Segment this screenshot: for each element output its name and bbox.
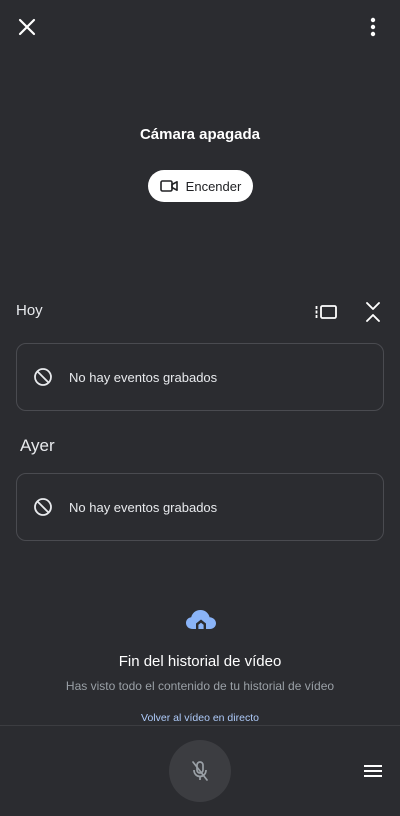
videocam-icon bbox=[159, 180, 178, 192]
more-vert-icon bbox=[370, 17, 376, 37]
more-options-button[interactable] bbox=[353, 7, 393, 47]
close-button[interactable] bbox=[7, 7, 47, 47]
end-of-history-subtitle: Has visto todo el contenido de tu histor… bbox=[65, 679, 335, 693]
turn-on-camera-label: Encender bbox=[185, 178, 242, 194]
view-carousel-icon bbox=[315, 305, 337, 319]
event-card-today: No hay eventos grabados bbox=[16, 343, 384, 411]
collapse-button[interactable] bbox=[358, 296, 388, 328]
menu-button[interactable] bbox=[357, 756, 389, 786]
cloud-home-icon bbox=[186, 610, 216, 629]
mic-off-icon bbox=[192, 761, 208, 781]
event-card-yesterday: No hay eventos grabados bbox=[16, 473, 384, 541]
back-to-live-link[interactable]: Volver al vídeo en directo bbox=[0, 712, 400, 724]
empty-events-text: No hay eventos grabados bbox=[69, 369, 218, 385]
end-of-history-title: Fin del historial de vídeo bbox=[118, 653, 282, 670]
section-heading-today: Hoy bbox=[16, 302, 43, 319]
menu-icon bbox=[364, 765, 382, 777]
empty-events-text: No hay eventos grabados bbox=[69, 499, 218, 515]
block-icon bbox=[33, 367, 53, 387]
mic-toggle-button[interactable] bbox=[169, 740, 231, 802]
block-icon bbox=[33, 497, 53, 517]
unfold-less-icon bbox=[366, 302, 380, 322]
view-toggle-button[interactable] bbox=[309, 296, 343, 328]
close-icon bbox=[18, 18, 36, 36]
section-heading-yesterday: Ayer bbox=[20, 436, 55, 455]
turn-on-camera-button[interactable]: Encender bbox=[148, 170, 253, 202]
camera-status: Cámara apagada bbox=[139, 126, 261, 143]
